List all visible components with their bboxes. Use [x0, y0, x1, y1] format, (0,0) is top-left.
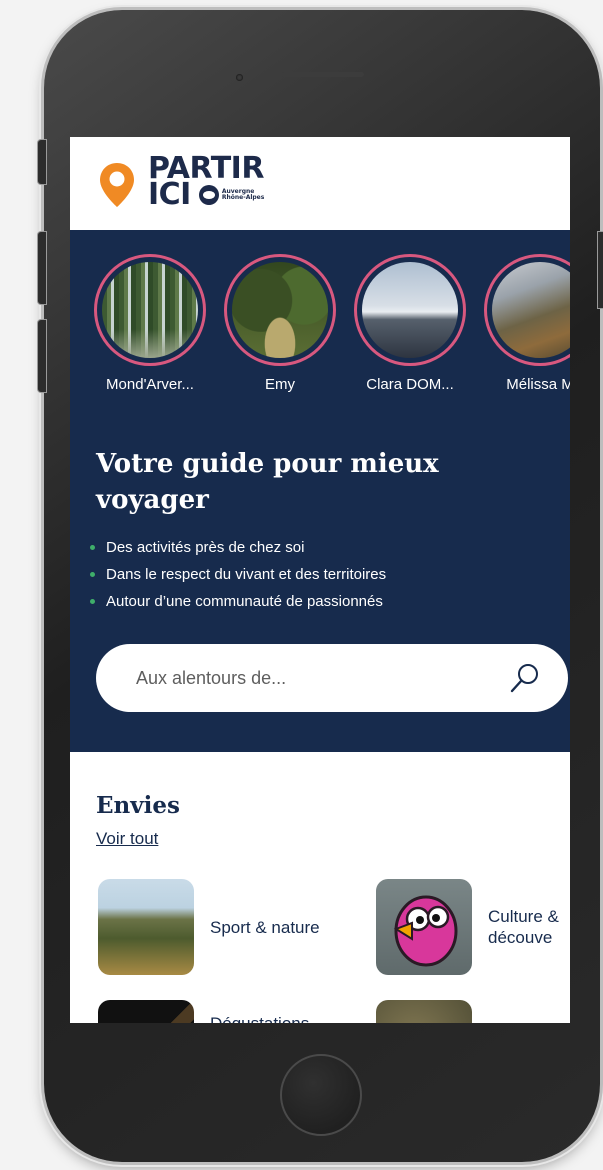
section-title: Envies [96, 792, 180, 819]
story-item[interactable]: Mond'Arver... [94, 254, 206, 393]
category-label: Dégustations [210, 1013, 310, 1024]
story-item[interactable]: Emy [224, 254, 336, 393]
story-avatar [492, 262, 570, 358]
hero-bullet-text: Des activités près de chez soi [106, 539, 305, 556]
bullet-dot [90, 545, 95, 550]
story-ring [354, 254, 466, 366]
story-name: Emy [265, 376, 295, 393]
category-card[interactable]: Dégustations [98, 1000, 309, 1023]
region-line-2: Rhône-Alpes [221, 194, 265, 201]
hero-bullet: Autour d’une communauté de passionnés [90, 588, 386, 615]
hero-headline: Votre guide pour mieux voyager [96, 449, 439, 515]
category-thumbnail [98, 879, 194, 975]
story-ring [484, 254, 570, 366]
story-item[interactable]: Mélissa M [484, 254, 570, 393]
story-ring [224, 254, 336, 366]
app-screen: PARTIR ICI Auvergne Rhône-Alpes Mond'Arv… [70, 137, 570, 1023]
hero-bullet: Dans le respect du vivant et des territo… [90, 561, 386, 588]
story-name: Clara DOM... [366, 376, 454, 393]
brand-logo[interactable]: PARTIR ICI Auvergne Rhône-Alpes [148, 154, 265, 212]
parrot-illustration [393, 895, 458, 967]
magnifier-icon[interactable] [508, 661, 542, 695]
region-mountain-icon [198, 185, 219, 205]
category-card[interactable]: Culture & découve [376, 879, 559, 975]
see-all-link[interactable]: Voir tout [96, 829, 158, 849]
story-item[interactable]: Clara DOM... [354, 254, 466, 393]
story-avatar [232, 262, 328, 358]
category-card[interactable]: Sport & nature [98, 879, 320, 975]
earpiece-speaker [282, 72, 364, 77]
bullet-dot [90, 572, 95, 577]
category-thumbnail [376, 879, 472, 975]
category-thumbnail [98, 1000, 194, 1023]
location-pin-icon [100, 163, 134, 207]
story-avatar [362, 262, 458, 358]
category-thumbnail [376, 1000, 472, 1023]
category-label: Sport & nature [210, 917, 320, 937]
region-badge: Auvergne Rhône-Alpes [198, 185, 265, 205]
category-label: Culture & découve [488, 907, 559, 947]
stories-carousel: Mond'Arver... Emy Clara DOM... Mélissa M [94, 254, 570, 393]
logo-line-2: ICI [148, 177, 191, 212]
hero-section: Mond'Arver... Emy Clara DOM... Mélissa M… [70, 230, 570, 752]
search-input[interactable] [136, 667, 456, 689]
story-ring [94, 254, 206, 366]
site-header: PARTIR ICI Auvergne Rhône-Alpes [70, 137, 570, 230]
volume-down-button [38, 320, 46, 392]
mute-switch [38, 140, 46, 184]
story-name: Mond'Arver... [106, 376, 194, 393]
category-card[interactable] [376, 1000, 488, 1023]
home-button[interactable] [280, 1054, 362, 1136]
story-name: Mélissa M [506, 376, 570, 393]
power-button [598, 232, 603, 308]
front-camera [236, 74, 243, 81]
hero-bullet-text: Dans le respect du vivant et des territo… [106, 566, 387, 583]
hero-bullet-text: Autour d’une communauté de passionnés [106, 593, 383, 610]
hero-bullet-list: Des activités près de chez soi Dans le r… [90, 534, 386, 615]
volume-up-button [38, 232, 46, 304]
hero-bullet: Des activités près de chez soi [90, 534, 386, 561]
bullet-dot [90, 599, 95, 604]
story-avatar [102, 262, 198, 358]
search-bar[interactable] [96, 644, 568, 712]
